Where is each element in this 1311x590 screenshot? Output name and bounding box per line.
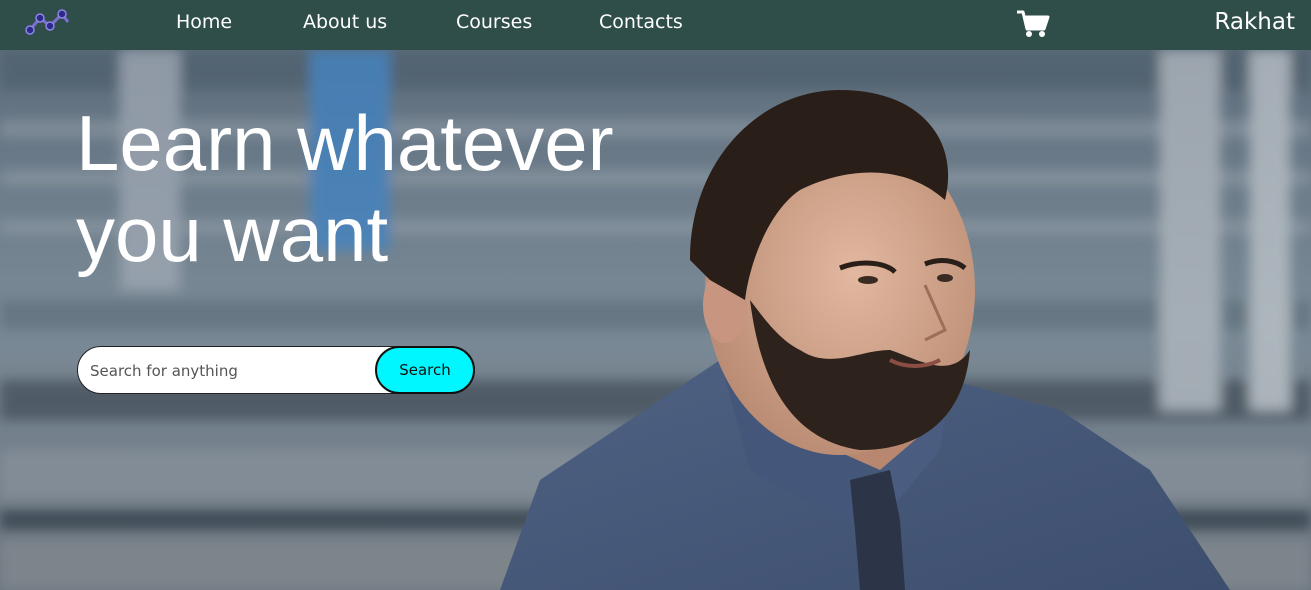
search-bar: Search [77,346,475,394]
nav-about-link[interactable]: About us [303,10,387,34]
hero-title: Learn whatever you want [76,98,716,280]
shopping-cart-icon[interactable] [1016,9,1050,39]
hero-title-line-1: Learn whatever [76,99,614,187]
nav-courses-link[interactable]: Courses [456,10,532,34]
network-graph-icon[interactable] [24,8,72,38]
hero-title-line-2: you want [76,190,389,278]
user-name[interactable]: Rakhat [1214,8,1295,36]
top-navbar: Home About us Courses Contacts Rakhat [0,0,1311,50]
nav-home-link[interactable]: Home [176,10,232,34]
search-input[interactable] [88,353,372,389]
search-button[interactable]: Search [375,346,475,394]
hero-section: Learn whatever you want Search [0,50,1311,590]
nav-contacts-link[interactable]: Contacts [599,10,683,34]
